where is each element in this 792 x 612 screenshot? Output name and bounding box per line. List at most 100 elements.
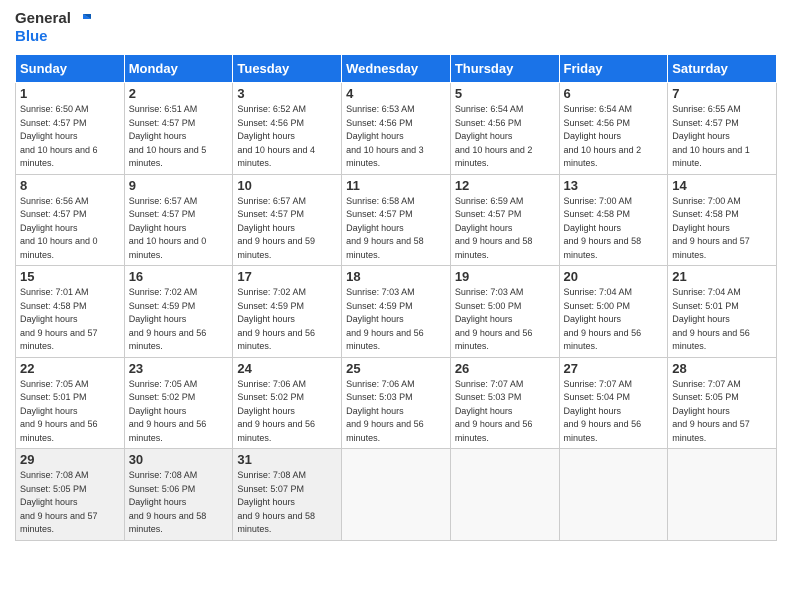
day-number: 27 [564,361,664,376]
day-info: Sunrise: 7:05 AMSunset: 5:01 PMDaylight … [20,378,120,446]
day-info: Sunrise: 7:06 AMSunset: 5:03 PMDaylight … [346,378,446,446]
calendar-cell: 11Sunrise: 6:58 AMSunset: 4:57 PMDayligh… [342,174,451,266]
day-header-tuesday: Tuesday [233,55,342,83]
header: General Blue [15,10,777,46]
day-info: Sunrise: 6:54 AMSunset: 4:56 PMDaylight … [564,103,664,171]
day-number: 11 [346,178,446,193]
day-info: Sunrise: 7:08 AMSunset: 5:07 PMDaylight … [237,469,337,537]
day-number: 30 [129,452,229,467]
calendar-cell: 22 Sunrise: 7:05 AMSunset: 5:01 PMDayligh… [16,357,125,449]
day-header-saturday: Saturday [668,55,777,83]
day-number: 9 [129,178,229,193]
calendar-cell: 18 Sunrise: 7:03 AMSunset: 4:59 PMDayligh… [342,266,451,358]
day-header-friday: Friday [559,55,668,83]
day-number: 31 [237,452,337,467]
calendar-cell: 20Sunrise: 7:04 AMSunset: 5:00 PMDayligh… [559,266,668,358]
calendar-cell: 16 Sunrise: 7:02 AMSunset: 4:59 PMDayligh… [124,266,233,358]
day-info: Sunrise: 7:03 AMSunset: 5:00 PMDaylight … [455,286,555,354]
day-number: 25 [346,361,446,376]
day-number: 20 [564,269,664,284]
day-info: Sunrise: 6:52 AMSunset: 4:56 PMDaylight … [237,103,337,171]
week-row-2: 8 Sunrise: 6:56 AMSunset: 4:57 PMDaylight… [16,174,777,266]
calendar-cell [668,449,777,541]
day-number: 17 [237,269,337,284]
calendar-cell: 15 Sunrise: 7:01 AMSunset: 4:58 PMDayligh… [16,266,125,358]
calendar-cell: 12 Sunrise: 6:59 AMSunset: 4:57 PMDayligh… [450,174,559,266]
calendar-cell: 14 Sunrise: 7:00 AMSunset: 4:58 PMDayligh… [668,174,777,266]
calendar-cell: 5Sunrise: 6:54 AMSunset: 4:56 PMDaylight… [450,83,559,175]
day-info: Sunrise: 7:00 AMSunset: 4:58 PMDaylight … [672,195,772,263]
logo: General Blue [15,10,91,46]
week-row-3: 15 Sunrise: 7:01 AMSunset: 4:58 PMDayligh… [16,266,777,358]
day-info: Sunrise: 6:57 AMSunset: 4:57 PMDaylight … [129,195,229,263]
day-number: 16 [129,269,229,284]
day-number: 4 [346,86,446,101]
day-header-thursday: Thursday [450,55,559,83]
day-number: 15 [20,269,120,284]
day-info: Sunrise: 7:06 AMSunset: 5:02 PMDaylight … [237,378,337,446]
day-info: Sunrise: 7:08 AMSunset: 5:06 PMDaylight … [129,469,229,537]
day-number: 13 [564,178,664,193]
day-number: 29 [20,452,120,467]
day-info: Sunrise: 7:03 AMSunset: 4:59 PMDaylight … [346,286,446,354]
logo-blue: Blue [15,28,48,46]
day-number: 8 [20,178,120,193]
week-row-4: 22 Sunrise: 7:05 AMSunset: 5:01 PMDayligh… [16,357,777,449]
day-number: 2 [129,86,229,101]
week-row-1: 1 Sunrise: 6:50 AMSunset: 4:57 PMDaylight… [16,83,777,175]
day-info: Sunrise: 7:04 AMSunset: 5:01 PMDaylight … [672,286,772,354]
day-info: Sunrise: 6:53 AMSunset: 4:56 PMDaylight … [346,103,446,171]
day-number: 14 [672,178,772,193]
calendar-cell: 28Sunrise: 7:07 AMSunset: 5:05 PMDayligh… [668,357,777,449]
calendar-cell [559,449,668,541]
day-info: Sunrise: 7:08 AMSunset: 5:05 PMDaylight … [20,469,120,537]
day-info: Sunrise: 7:07 AMSunset: 5:03 PMDaylight … [455,378,555,446]
day-info: Sunrise: 7:07 AMSunset: 5:04 PMDaylight … [564,378,664,446]
logo-general: General [15,10,71,28]
day-info: Sunrise: 6:50 AMSunset: 4:57 PMDaylight … [20,103,120,171]
day-info: Sunrise: 6:56 AMSunset: 4:57 PMDaylight … [20,195,120,263]
calendar-cell: 8 Sunrise: 6:56 AMSunset: 4:57 PMDaylight… [16,174,125,266]
day-number: 24 [237,361,337,376]
day-number: 18 [346,269,446,284]
calendar-cell: 26Sunrise: 7:07 AMSunset: 5:03 PMDayligh… [450,357,559,449]
day-number: 1 [20,86,120,101]
calendar: SundayMondayTuesdayWednesdayThursdayFrid… [15,54,777,541]
day-info: Sunrise: 7:02 AMSunset: 4:59 PMDaylight … [237,286,337,354]
calendar-cell: 13 Sunrise: 7:00 AMSunset: 4:58 PMDayligh… [559,174,668,266]
day-number: 12 [455,178,555,193]
day-info: Sunrise: 7:05 AMSunset: 5:02 PMDaylight … [129,378,229,446]
calendar-cell: 19 Sunrise: 7:03 AMSunset: 5:00 PMDayligh… [450,266,559,358]
calendar-cell: 23Sunrise: 7:05 AMSunset: 5:02 PMDayligh… [124,357,233,449]
calendar-cell [342,449,451,541]
calendar-cell: 24 Sunrise: 7:06 AMSunset: 5:02 PMDayligh… [233,357,342,449]
page: General Blue SundayMondayTuesdayWednesda… [0,0,792,612]
calendar-cell: 25 Sunrise: 7:06 AMSunset: 5:03 PMDayligh… [342,357,451,449]
calendar-cell: 10 Sunrise: 6:57 AMSunset: 4:57 PMDayligh… [233,174,342,266]
day-number: 19 [455,269,555,284]
day-info: Sunrise: 6:59 AMSunset: 4:57 PMDaylight … [455,195,555,263]
calendar-cell: 3 Sunrise: 6:52 AMSunset: 4:56 PMDaylight… [233,83,342,175]
day-header-sunday: Sunday [16,55,125,83]
day-info: Sunrise: 6:51 AMSunset: 4:57 PMDaylight … [129,103,229,171]
day-number: 3 [237,86,337,101]
day-info: Sunrise: 6:57 AMSunset: 4:57 PMDaylight … [237,195,337,263]
calendar-cell: 1 Sunrise: 6:50 AMSunset: 4:57 PMDaylight… [16,83,125,175]
calendar-cell: 31 Sunrise: 7:08 AMSunset: 5:07 PMDayligh… [233,449,342,541]
day-number: 10 [237,178,337,193]
calendar-cell: 27 Sunrise: 7:07 AMSunset: 5:04 PMDayligh… [559,357,668,449]
calendar-cell: 4 Sunrise: 6:53 AMSunset: 4:56 PMDaylight… [342,83,451,175]
day-info: Sunrise: 7:02 AMSunset: 4:59 PMDaylight … [129,286,229,354]
day-number: 22 [20,361,120,376]
calendar-cell: 29 Sunrise: 7:08 AMSunset: 5:05 PMDayligh… [16,449,125,541]
day-headers-row: SundayMondayTuesdayWednesdayThursdayFrid… [16,55,777,83]
logo-bird-icon [73,10,91,28]
calendar-cell: 9 Sunrise: 6:57 AMSunset: 4:57 PMDaylight… [124,174,233,266]
day-info: Sunrise: 7:01 AMSunset: 4:58 PMDaylight … [20,286,120,354]
week-row-5: 29 Sunrise: 7:08 AMSunset: 5:05 PMDayligh… [16,449,777,541]
calendar-cell [450,449,559,541]
day-info: Sunrise: 7:00 AMSunset: 4:58 PMDaylight … [564,195,664,263]
calendar-cell: 2 Sunrise: 6:51 AMSunset: 4:57 PMDaylight… [124,83,233,175]
day-number: 6 [564,86,664,101]
day-number: 21 [672,269,772,284]
